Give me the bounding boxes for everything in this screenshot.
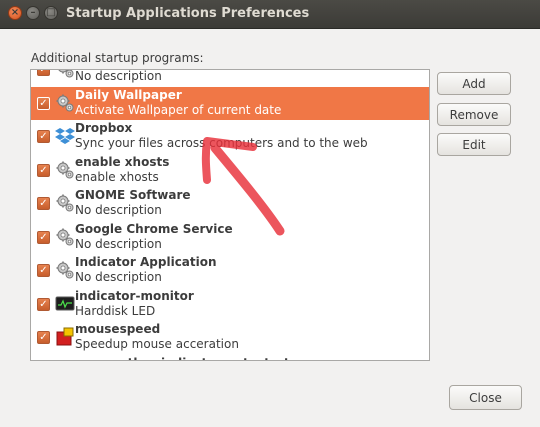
program-row[interactable]: ✓ Google Chrome Service No description <box>31 221 429 254</box>
program-row[interactable]: ✓ enable xhosts enable xhosts <box>31 154 429 187</box>
program-row[interactable]: ✓ Dropbox Sync your files across computers… <box>31 120 429 153</box>
gears-icon <box>55 70 75 79</box>
startup-programs-list[interactable]: ✓ No description ✓ Daily Wallpaper Activate … <box>30 69 430 361</box>
gears-icon <box>55 193 75 213</box>
program-row[interactable]: ✓ Daily Wallpaper Activate Wallpaper of cu… <box>31 86 429 120</box>
window-close-button[interactable]: × <box>8 6 22 20</box>
program-description: No description <box>75 203 162 217</box>
mousespeed-icon <box>55 327 75 347</box>
program-name: Dropbox <box>75 121 133 135</box>
section-label: Additional startup programs: <box>31 51 204 65</box>
close-button[interactable]: Close <box>449 385 522 410</box>
enabled-checkbox[interactable]: ✓ <box>37 331 50 344</box>
program-row[interactable]: ✓ No description <box>31 69 429 86</box>
edit-button[interactable]: Edit <box>437 133 511 156</box>
enabled-checkbox[interactable]: ✓ <box>37 163 50 177</box>
program-description: Sync your files across computers and to … <box>75 136 368 150</box>
title-bar[interactable]: × – □ Startup Applications Preferences <box>0 0 540 29</box>
window-title: Startup Applications Preferences <box>66 6 310 21</box>
program-description: No description <box>75 270 162 284</box>
program-name: mousespeed <box>75 322 161 336</box>
program-name: Google Chrome Service <box>75 221 233 236</box>
program-description: No description <box>75 236 162 251</box>
enabled-checkbox[interactable]: ✓ <box>37 70 50 76</box>
enabled-checkbox[interactable]: ✓ <box>37 264 50 277</box>
remove-button[interactable]: Remove <box>437 103 511 126</box>
program-row[interactable]: ✓ Indicator Application No description <box>31 254 429 287</box>
program-row[interactable]: ✓ mousespeed Speedup mouse acceration <box>31 321 429 354</box>
startup-applications-window: × – □ Startup Applications Preferences A… <box>0 0 540 427</box>
program-description: No description <box>75 69 162 83</box>
program-name: Daily Wallpaper <box>75 87 182 102</box>
program-description: Activate Wallpaper of current date <box>75 102 282 117</box>
enabled-checkbox[interactable]: ✓ <box>37 230 50 244</box>
gears-icon <box>55 361 75 362</box>
dropbox-icon <box>55 126 75 146</box>
gears-icon <box>55 227 75 247</box>
program-name: enable xhosts <box>75 154 170 169</box>
window-maximize-button[interactable]: □ <box>44 6 58 20</box>
add-button[interactable]: Add <box>437 72 511 95</box>
window-minimize-button[interactable]: – <box>26 6 40 20</box>
program-description: Speedup mouse acceration <box>75 337 239 351</box>
program-name: GNOME Software <box>75 188 191 202</box>
program-description: enable xhosts <box>75 169 159 184</box>
enabled-checkbox[interactable]: ✓ <box>37 197 50 210</box>
enabled-checkbox[interactable]: ✓ <box>37 297 50 311</box>
program-name: my-weather-indicator-autostart <box>75 356 290 361</box>
program-row[interactable]: ✓ indicator-monitor Harddisk LED <box>31 288 429 321</box>
program-description: Harddisk LED <box>75 303 156 318</box>
gears-icon <box>55 260 75 280</box>
program-row[interactable]: ✓my-weather-indicator-autostart <box>31 355 429 362</box>
program-name: indicator-monitor <box>75 288 194 303</box>
gears-icon <box>55 93 75 113</box>
enabled-checkbox[interactable]: ✓ <box>37 130 50 143</box>
program-row[interactable]: ✓ GNOME Software No description <box>31 187 429 220</box>
program-name: Indicator Application <box>75 255 217 269</box>
monitor-icon <box>55 294 75 314</box>
enabled-checkbox[interactable]: ✓ <box>37 96 50 110</box>
gears-icon <box>55 160 75 180</box>
